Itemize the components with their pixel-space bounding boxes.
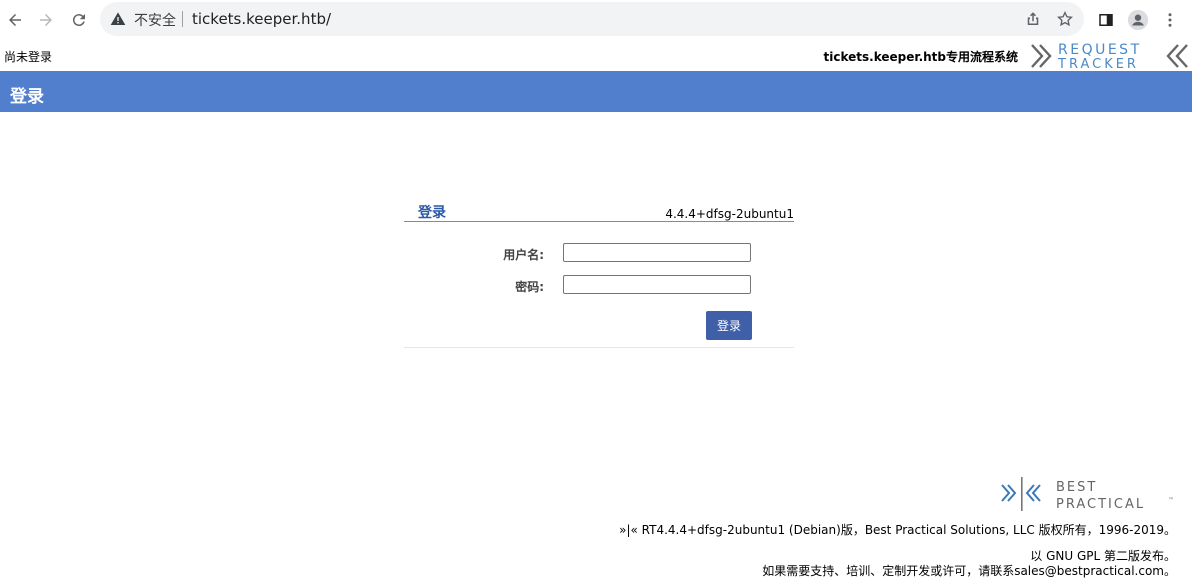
address-bar[interactable]: 不安全 tickets.keeper.htb/ [100, 2, 1084, 36]
back-arrow-icon[interactable] [3, 8, 27, 32]
security-status-label[interactable]: 不安全 [134, 10, 176, 30]
password-input[interactable] [563, 275, 751, 294]
password-label: 密码: [515, 280, 544, 294]
forward-arrow-icon[interactable] [34, 8, 58, 32]
footer-copyright: »|« RT4.4.4+dfsg-2ubuntu1 (Debian)版，Best… [619, 523, 1176, 537]
request-tracker-logo[interactable]: REQUEST TRACKER [1030, 41, 1190, 71]
page-title: 登录 [10, 87, 44, 107]
bp-logo-line2: PRACTICAL [1056, 497, 1145, 512]
heading-divider [404, 221, 794, 222]
more-menu-icon[interactable] [1158, 8, 1182, 32]
version-label: 4.4.4+dfsg-2ubuntu1 [665, 207, 794, 221]
reload-icon[interactable] [67, 8, 91, 32]
login-heading: 登录 [418, 205, 446, 221]
username-label: 用户名: [503, 248, 544, 262]
side-panel-icon[interactable] [1094, 8, 1118, 32]
system-name: tickets.keeper.htb专用流程系统 [823, 50, 1019, 64]
url-text[interactable]: tickets.keeper.htb/ [192, 10, 331, 28]
form-bottom-divider [404, 347, 794, 348]
username-input[interactable] [563, 243, 751, 262]
login-button[interactable]: 登录 [706, 311, 752, 340]
rt-logo-line1: REQUEST [1058, 42, 1142, 58]
share-icon[interactable] [1024, 10, 1042, 28]
warning-icon[interactable] [110, 11, 126, 27]
best-practical-logo[interactable]: BEST PRACTICAL ™ [1000, 476, 1182, 512]
title-bar: 登录 [0, 71, 1192, 112]
rt-logo-line2: TRACKER [1057, 57, 1139, 71]
rt-header: 尚未登录 tickets.keeper.htb专用流程系统 REQUEST TR… [0, 40, 1192, 71]
omnibox-divider [182, 11, 183, 27]
login-form: 登录 4.4.4+dfsg-2ubuntu1 用户名: 密码: 登录 [404, 200, 794, 348]
footer-contact: 如果需要支持、培训、定制开发或许可，请联系sales@bestpractical… [762, 564, 1176, 578]
bookmark-star-icon[interactable] [1056, 10, 1074, 28]
login-status: 尚未登录 [4, 50, 53, 64]
browser-toolbar: 不安全 tickets.keeper.htb/ [0, 0, 1192, 41]
bp-logo-tm: ™ [1168, 497, 1174, 504]
profile-avatar-icon[interactable] [1126, 8, 1150, 32]
bp-logo-line1: BEST [1056, 480, 1097, 495]
